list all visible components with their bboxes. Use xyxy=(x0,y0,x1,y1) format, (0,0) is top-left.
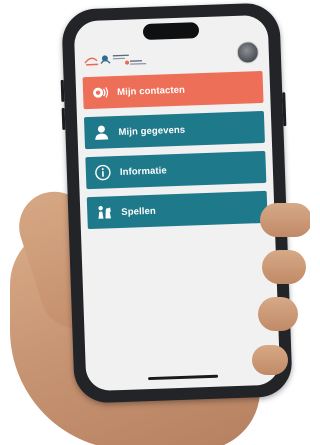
hand-finger xyxy=(262,250,306,284)
photo-stage: Mijn contacten Mijn gegevens Informatie … xyxy=(0,0,310,445)
info-icon xyxy=(94,163,113,182)
menu-item-label: Spellen xyxy=(121,205,156,218)
volume-down-button xyxy=(61,107,66,130)
app-logo-icon xyxy=(83,47,158,72)
game-pieces-icon xyxy=(95,203,114,222)
hand-finger xyxy=(258,297,298,331)
hand-finger xyxy=(252,345,288,375)
menu-item-mijn-gegevens[interactable]: Mijn gegevens xyxy=(83,110,265,150)
phone-screen: Mijn contacten Mijn gegevens Informatie … xyxy=(73,14,281,392)
menu-item-label: Informatie xyxy=(119,164,167,178)
contacts-signal-icon xyxy=(91,83,110,102)
menu-item-mijn-contacten[interactable]: Mijn contacten xyxy=(82,70,264,110)
home-indicator[interactable] xyxy=(148,374,219,381)
main-menu: Mijn contacten Mijn gegevens Informatie … xyxy=(82,70,268,237)
menu-item-informatie[interactable]: Informatie xyxy=(85,150,267,190)
smartphone: Mijn contacten Mijn gegevens Informatie … xyxy=(60,2,293,404)
menu-item-label: Mijn contacten xyxy=(116,84,186,98)
menu-item-spellen[interactable]: Spellen xyxy=(86,190,268,230)
person-icon xyxy=(92,123,111,142)
user-avatar-icon[interactable] xyxy=(236,41,260,64)
menu-item-label: Mijn gegevens xyxy=(118,124,186,138)
app-header xyxy=(74,39,269,76)
hand-finger xyxy=(260,203,310,237)
volume-up-button xyxy=(60,79,65,102)
dynamic-island xyxy=(142,22,200,41)
power-button xyxy=(282,92,287,127)
